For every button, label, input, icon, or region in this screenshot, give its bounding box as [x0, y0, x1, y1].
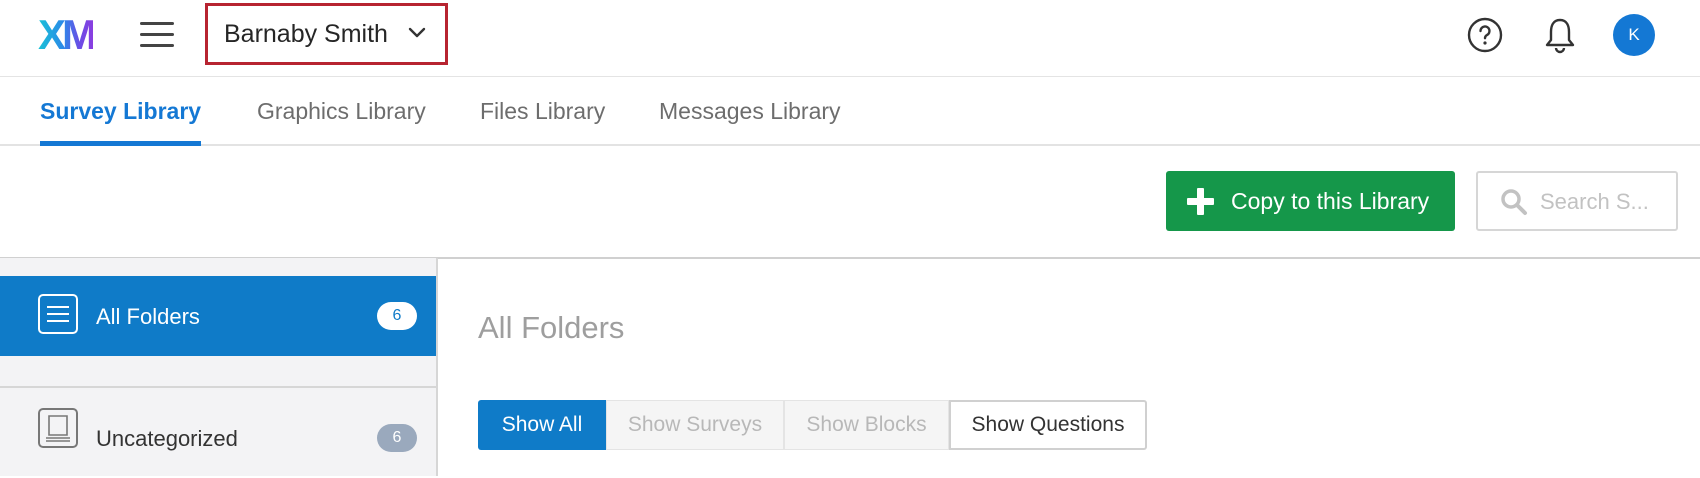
- xm-logo[interactable]: XM: [38, 14, 97, 56]
- page-title: All Folders: [478, 310, 625, 345]
- folder-uncategorized[interactable]: Uncategorized 6: [0, 386, 436, 478]
- filter-show-surveys[interactable]: Show Surveys: [606, 400, 784, 450]
- list-icon: [38, 294, 78, 334]
- menu-icon[interactable]: [140, 22, 176, 48]
- library-toolbar: Copy to this Library Search S...: [0, 146, 1700, 259]
- folder-sidebar: All Folders 6 Uncategorized 6: [0, 258, 438, 476]
- filter-show-blocks[interactable]: Show Blocks: [784, 400, 949, 450]
- plus-icon: [1187, 188, 1214, 215]
- copy-to-library-button[interactable]: Copy to this Library: [1166, 171, 1455, 231]
- help-icon[interactable]: [1467, 17, 1503, 53]
- search-icon: [1501, 189, 1527, 215]
- copy-button-label: Copy to this Library: [1231, 187, 1430, 214]
- account-switcher[interactable]: Barnaby Smith: [205, 3, 448, 65]
- tab-messages-library[interactable]: Messages Library: [659, 76, 841, 144]
- top-bar: XM Barnaby Smith K: [0, 0, 1700, 77]
- user-avatar[interactable]: K: [1613, 14, 1655, 56]
- search-placeholder: Search S...: [1540, 189, 1649, 214]
- chevron-down-icon: [408, 27, 426, 38]
- filter-show-all[interactable]: Show All: [478, 400, 606, 450]
- folder-count-badge: 6: [377, 302, 417, 330]
- library-tabs: Survey Library Graphics Library Files Li…: [0, 76, 1700, 146]
- search-input[interactable]: Search S...: [1476, 171, 1678, 231]
- account-name: Barnaby Smith: [224, 19, 388, 48]
- inbox-icon: [38, 408, 78, 448]
- tab-files-library[interactable]: Files Library: [480, 76, 605, 144]
- content-filter-group: Show All Show Surveys Show Blocks Show Q…: [478, 400, 1147, 450]
- folder-label: All Folders: [96, 304, 200, 329]
- folder-label: Uncategorized: [96, 426, 238, 451]
- tab-graphics-library[interactable]: Graphics Library: [257, 76, 426, 144]
- folder-all-folders[interactable]: All Folders 6: [0, 276, 436, 356]
- folder-count-badge: 6: [377, 424, 417, 452]
- filter-show-questions[interactable]: Show Questions: [949, 400, 1147, 450]
- tab-survey-library[interactable]: Survey Library: [40, 76, 202, 146]
- notification-bell-icon[interactable]: [1543, 16, 1577, 54]
